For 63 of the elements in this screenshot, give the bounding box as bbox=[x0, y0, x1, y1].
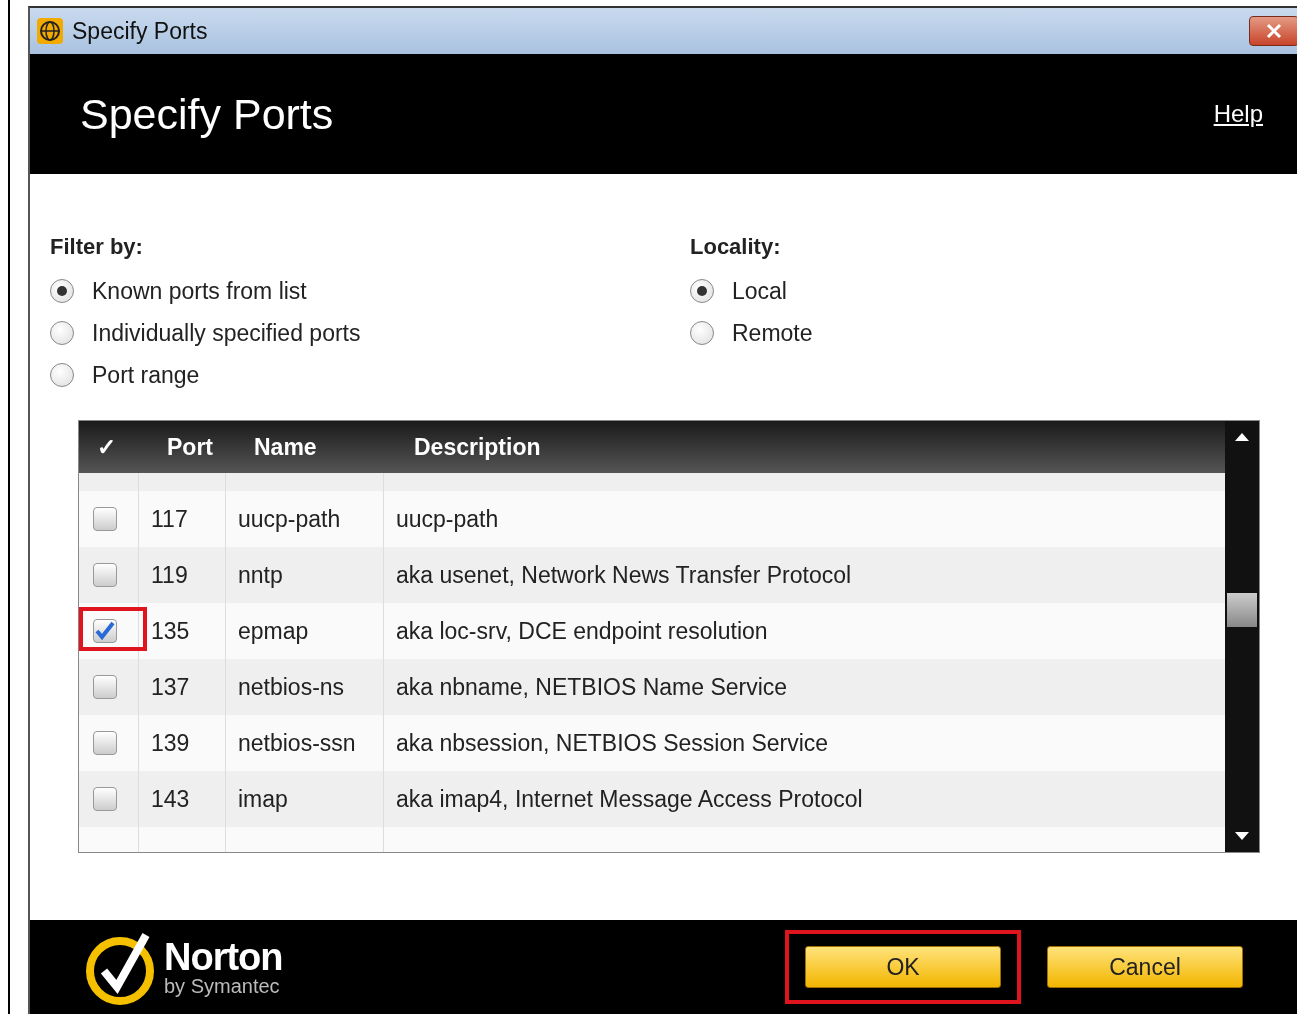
row-checkbox[interactable] bbox=[93, 619, 117, 643]
radio-option[interactable]: Remote bbox=[690, 318, 1263, 348]
brand-name: Norton bbox=[164, 938, 283, 976]
column-header[interactable]: Name bbox=[226, 433, 384, 461]
table-cell: nntp bbox=[238, 561, 283, 589]
table-cell: epmap bbox=[238, 617, 309, 645]
radio-icon[interactable] bbox=[690, 279, 714, 303]
column-header[interactable]: Description bbox=[384, 433, 1225, 461]
table-row[interactable]: 137 netbios-ns aka nbname, NETBIOS Name Service bbox=[79, 659, 1225, 715]
row-checkbox[interactable] bbox=[93, 731, 117, 755]
table-cell: aka nbname, NETBIOS Name Service bbox=[396, 673, 788, 701]
table-row[interactable]: 135 epmap aka loc-srv, DCE endpoint resolution bbox=[79, 603, 1225, 659]
group-label: Locality: bbox=[690, 234, 782, 260]
scroll-thumb[interactable] bbox=[1227, 593, 1257, 627]
radio-icon[interactable] bbox=[690, 321, 714, 345]
table-cell: 119 bbox=[151, 561, 188, 589]
radio-option[interactable]: Known ports from list bbox=[50, 276, 690, 306]
table-cell: 137 bbox=[151, 673, 190, 701]
globe-icon bbox=[36, 17, 64, 45]
table-cell: 139 bbox=[151, 729, 190, 757]
table-row[interactable]: 117 uucp-path uucp-path bbox=[79, 491, 1225, 547]
radio-option[interactable]: Local bbox=[690, 276, 1263, 306]
dialog-button[interactable]: OK bbox=[805, 946, 1001, 988]
dialog-title: Specify Ports bbox=[80, 89, 334, 139]
group-label: Filter by: bbox=[50, 234, 144, 260]
radio-icon[interactable] bbox=[50, 363, 74, 387]
radio-icon[interactable] bbox=[50, 321, 74, 345]
table-cell: 117 bbox=[151, 505, 188, 533]
table-cell: 135 bbox=[151, 617, 190, 645]
radio-label: Remote bbox=[732, 319, 813, 347]
column-header[interactable]: Port bbox=[139, 433, 226, 461]
radio-label: Port range bbox=[92, 361, 200, 389]
radio-option[interactable]: Individually specified ports bbox=[50, 318, 690, 348]
radio-label: Known ports from list bbox=[92, 277, 307, 305]
radio-option[interactable]: Port range bbox=[50, 360, 690, 390]
radio-label: Local bbox=[732, 277, 787, 305]
row-checkbox[interactable] bbox=[93, 787, 117, 811]
close-icon[interactable] bbox=[1265, 23, 1283, 39]
dialog-button[interactable]: Cancel bbox=[1047, 946, 1243, 988]
table-cell: netbios-ssn bbox=[238, 729, 356, 757]
table-row[interactable]: 119 nntp aka usenet, Network News Transfer Protocol bbox=[79, 547, 1225, 603]
table-cell: uucp-path bbox=[238, 505, 341, 533]
radio-icon[interactable] bbox=[50, 279, 74, 303]
table-cell: netbios-ns bbox=[238, 673, 345, 701]
help-link[interactable]: Help bbox=[1213, 100, 1263, 128]
table-cell: aka imap4, Internet Message Access Protocol bbox=[396, 785, 863, 813]
brand-tagline: by Symantec bbox=[164, 976, 281, 996]
row-checkbox[interactable] bbox=[93, 563, 117, 587]
table-cell: aka loc-srv, DCE endpoint resolution bbox=[396, 617, 768, 645]
table-cell: aka nbsession, NETBIOS Session Service bbox=[396, 729, 829, 757]
scrollbar[interactable] bbox=[1225, 421, 1259, 852]
table-cell: imap bbox=[238, 785, 288, 813]
radio-label: Individually specified ports bbox=[92, 319, 361, 347]
table-row[interactable]: 139 netbios-ssn aka nbsession, NETBIOS Session Service bbox=[79, 715, 1225, 771]
window-title: Specify Ports bbox=[72, 17, 209, 45]
close-button[interactable] bbox=[1249, 16, 1297, 46]
table-cell: 143 bbox=[151, 785, 190, 813]
column-header[interactable]: ✓ bbox=[79, 433, 139, 461]
row-checkbox[interactable] bbox=[93, 675, 117, 699]
table-cell: uucp-path bbox=[396, 505, 499, 533]
table-row[interactable]: 143 imap aka imap4, Internet Message Access Protocol bbox=[79, 771, 1225, 827]
table-cell: aka usenet, Network News Transfer Protocol bbox=[396, 561, 852, 589]
row-checkbox[interactable] bbox=[93, 507, 117, 531]
